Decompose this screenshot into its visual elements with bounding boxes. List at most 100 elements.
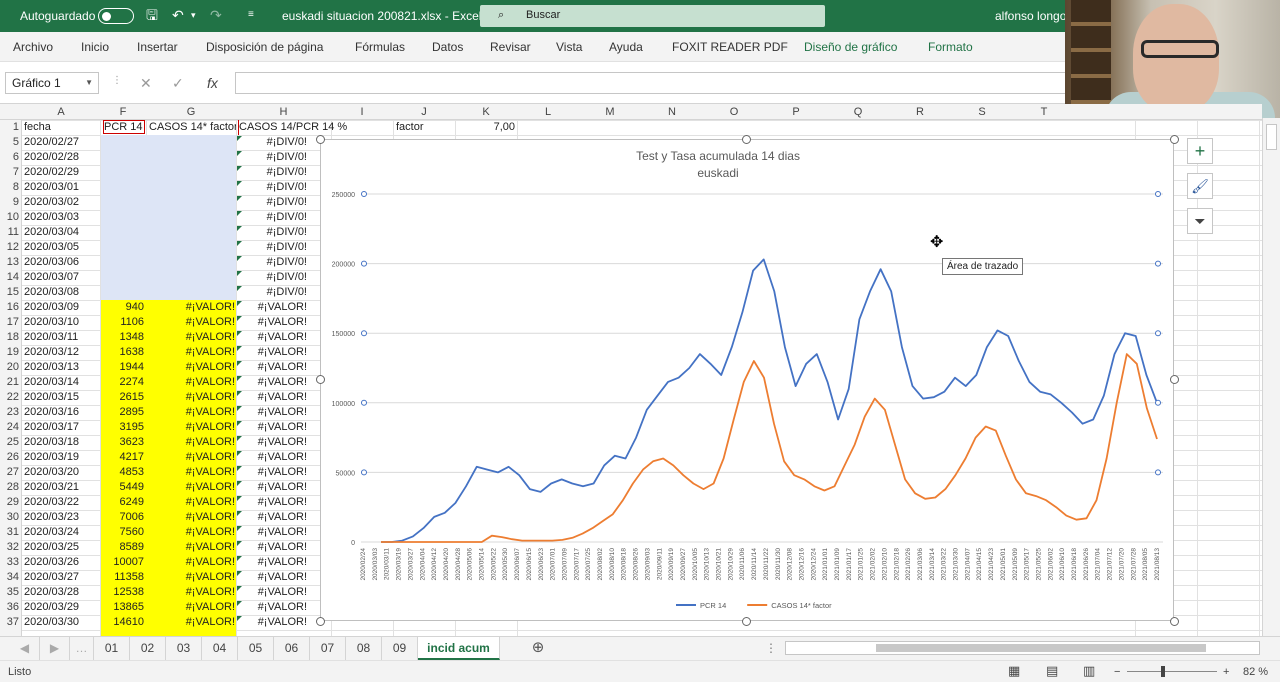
row-header[interactable]: 26	[0, 451, 21, 463]
ratio-cell[interactable]: #¡DIV/0!	[237, 165, 307, 180]
row-header[interactable]: 34	[0, 571, 21, 583]
error-indicator-icon[interactable]	[237, 361, 242, 366]
error-indicator-icon[interactable]	[237, 526, 242, 531]
casos-cell[interactable]: #¡VALOR!	[147, 615, 235, 630]
date-cell[interactable]: 2020/02/27	[24, 135, 79, 150]
date-cell[interactable]: 2020/02/29	[24, 165, 79, 180]
tab-08[interactable]: 08	[346, 637, 382, 660]
menu-archivo[interactable]: Archivo	[13, 40, 53, 54]
pcr-cell[interactable]	[101, 255, 144, 270]
casos-cell[interactable]: #¡VALOR!	[147, 420, 235, 435]
row-header[interactable]: 21	[0, 376, 21, 388]
add-sheet-icon[interactable]: ⊕	[527, 637, 549, 660]
header-factor[interactable]: factor	[396, 120, 424, 135]
ratio-cell[interactable]: #¡VALOR!	[237, 435, 307, 450]
row-header[interactable]: 13	[0, 256, 21, 268]
error-indicator-icon[interactable]	[237, 556, 242, 561]
pcr-cell[interactable]: 1638	[101, 345, 144, 360]
row-header[interactable]: 32	[0, 541, 21, 553]
date-cell[interactable]: 2020/03/06	[24, 255, 79, 270]
row-header[interactable]: 19	[0, 346, 21, 358]
menu-foxit[interactable]: FOXIT READER PDF	[672, 40, 788, 54]
menu-formulas[interactable]: Fórmulas	[355, 40, 405, 54]
date-cell[interactable]: 2020/03/15	[24, 390, 79, 405]
ratio-cell[interactable]: #¡DIV/0!	[237, 150, 307, 165]
row-header[interactable]: 5	[0, 136, 21, 148]
zoom-in-icon[interactable]: +	[1223, 666, 1229, 678]
chart-subtitle[interactable]: euskadi	[697, 166, 738, 180]
pcr-cell[interactable]	[101, 150, 144, 165]
ratio-cell[interactable]: #¡DIV/0!	[237, 195, 307, 210]
ratio-cell[interactable]: #¡VALOR!	[237, 390, 307, 405]
pcr-cell[interactable]: 8589	[101, 540, 144, 555]
tab-01[interactable]: 01	[94, 637, 130, 660]
pcr-cell[interactable]: 1348	[101, 330, 144, 345]
col-a[interactable]: A	[22, 106, 100, 118]
ratio-cell[interactable]: #¡DIV/0!	[237, 210, 307, 225]
error-indicator-icon[interactable]	[237, 466, 242, 471]
date-cell[interactable]: 2020/03/02	[24, 195, 79, 210]
row-header[interactable]: 12	[0, 241, 21, 253]
resize-handle[interactable]	[316, 375, 325, 384]
pcr-cell[interactable]: 11358	[101, 570, 144, 585]
cancel-icon[interactable]: ✕	[140, 75, 152, 92]
error-indicator-icon[interactable]	[237, 541, 242, 546]
pcr-cell[interactable]: 3195	[101, 420, 144, 435]
row-header[interactable]: 8	[0, 181, 21, 193]
tab-05[interactable]: 05	[238, 637, 274, 660]
date-cell[interactable]: 2020/03/17	[24, 420, 79, 435]
pcr-cell[interactable]	[101, 210, 144, 225]
date-cell[interactable]: 2020/03/16	[24, 405, 79, 420]
casos-cell[interactable]	[147, 180, 235, 195]
ratio-cell[interactable]: #¡VALOR!	[237, 420, 307, 435]
error-indicator-icon[interactable]	[237, 226, 242, 231]
menu-revisar[interactable]: Revisar	[490, 40, 531, 54]
customize-toolbar-icon[interactable]: ≡	[248, 7, 254, 23]
pcr-cell[interactable]: 5449	[101, 480, 144, 495]
error-indicator-icon[interactable]	[237, 151, 242, 156]
ratio-cell[interactable]: #¡VALOR!	[237, 330, 307, 345]
error-indicator-icon[interactable]	[237, 181, 242, 186]
row-header[interactable]: 23	[0, 406, 21, 418]
menu-disposicion[interactable]: Disposición de página	[206, 40, 323, 54]
date-cell[interactable]: 2020/03/11	[24, 330, 78, 345]
casos-cell[interactable]: #¡VALOR!	[147, 555, 235, 570]
casos-cell[interactable]: #¡VALOR!	[147, 465, 235, 480]
col-m[interactable]: M	[579, 106, 641, 118]
row-header[interactable]: 11	[0, 226, 21, 238]
casos-cell[interactable]: #¡VALOR!	[147, 300, 235, 315]
tab-options-icon[interactable]: ⋮	[762, 637, 780, 660]
menu-diseno-grafico[interactable]: Diseño de gráfico	[804, 40, 897, 54]
col-j[interactable]: J	[393, 106, 455, 118]
casos-cell[interactable]: #¡VALOR!	[147, 345, 235, 360]
date-cell[interactable]: 2020/03/08	[24, 285, 79, 300]
pcr-cell[interactable]	[101, 285, 144, 300]
casos-cell[interactable]	[147, 270, 235, 285]
tab-06[interactable]: 06	[274, 637, 310, 660]
save-icon[interactable]: 🖫	[146, 7, 158, 23]
ratio-cell[interactable]: #¡VALOR!	[237, 375, 307, 390]
row-header[interactable]: 18	[0, 331, 21, 343]
ratio-cell[interactable]: #¡VALOR!	[237, 495, 307, 510]
date-cell[interactable]: 2020/03/29	[24, 600, 79, 615]
error-indicator-icon[interactable]	[237, 481, 242, 486]
error-indicator-icon[interactable]	[237, 571, 242, 576]
redo-icon[interactable]: ↷	[210, 7, 222, 23]
ratio-cell[interactable]: #¡VALOR!	[237, 600, 307, 615]
row-header[interactable]: 9	[0, 196, 21, 208]
date-cell[interactable]: 2020/02/28	[24, 150, 79, 165]
casos-cell[interactable]	[147, 165, 235, 180]
error-indicator-icon[interactable]	[237, 601, 242, 606]
row-header[interactable]: 20	[0, 361, 21, 373]
zoom-level[interactable]: 82 %	[1243, 666, 1268, 678]
casos-cell[interactable]: #¡VALOR!	[147, 585, 235, 600]
error-indicator-icon[interactable]	[237, 241, 242, 246]
ratio-cell[interactable]: #¡VALOR!	[237, 315, 307, 330]
name-box[interactable]: Gráfico 1 ▼	[5, 72, 99, 94]
date-cell[interactable]: 2020/03/30	[24, 615, 79, 630]
col-g[interactable]: G	[146, 106, 236, 118]
col-i[interactable]: I	[331, 106, 393, 118]
error-indicator-icon[interactable]	[237, 376, 242, 381]
row-header[interactable]: 31	[0, 526, 21, 538]
ratio-cell[interactable]: #¡VALOR!	[237, 615, 307, 630]
